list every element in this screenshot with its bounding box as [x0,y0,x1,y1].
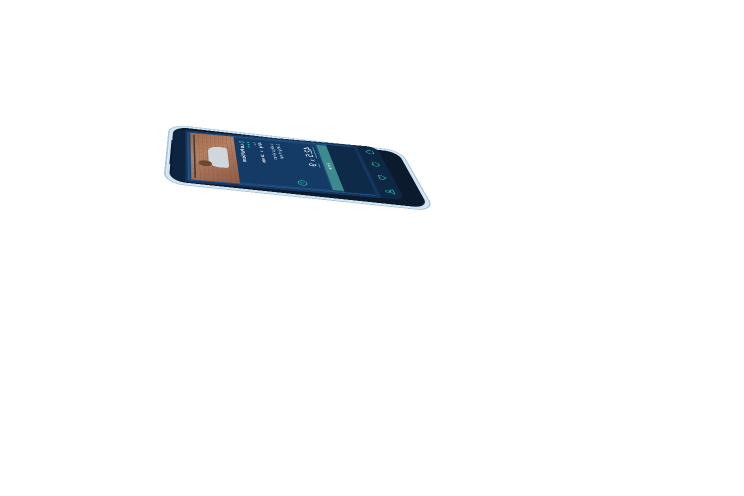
device-mockup: Lat Pull Down ★★★ Goal 45 kg x 10 reps 1… [0,0,744,496]
goal-times: x [258,150,265,153]
heart-icon [375,174,389,181]
timer-icon[interactable]: ⏱ [297,180,309,186]
difficulty-stars: ★★★ [245,141,252,149]
dumbbell-icon [238,140,245,144]
reps-input[interactable]: 9 [306,162,321,168]
status-bar [171,129,186,182]
weight-input[interactable]: 42.5 [301,146,318,159]
home-icon [363,149,376,155]
profile-icon [382,188,397,195]
nav-favorites[interactable] [373,173,392,182]
app-screen: Lat Pull Down ★★★ Goal 45 kg x 10 reps 1… [171,129,406,201]
nav-profile[interactable] [380,187,400,197]
nav-nutrition[interactable] [367,160,385,169]
exercise-photo [190,132,241,184]
apple-icon [369,161,383,167]
goal-reps: 10 reps [259,154,267,164]
goal-value: 45 kg x 10 reps [257,142,267,163]
nav-home[interactable] [361,148,378,156]
times-sign: x [308,159,317,162]
goal-weight: 45 kg [256,142,264,149]
set-history: 1: 45kg x 10 reps 2: 45kg x 9 reps [268,143,285,160]
